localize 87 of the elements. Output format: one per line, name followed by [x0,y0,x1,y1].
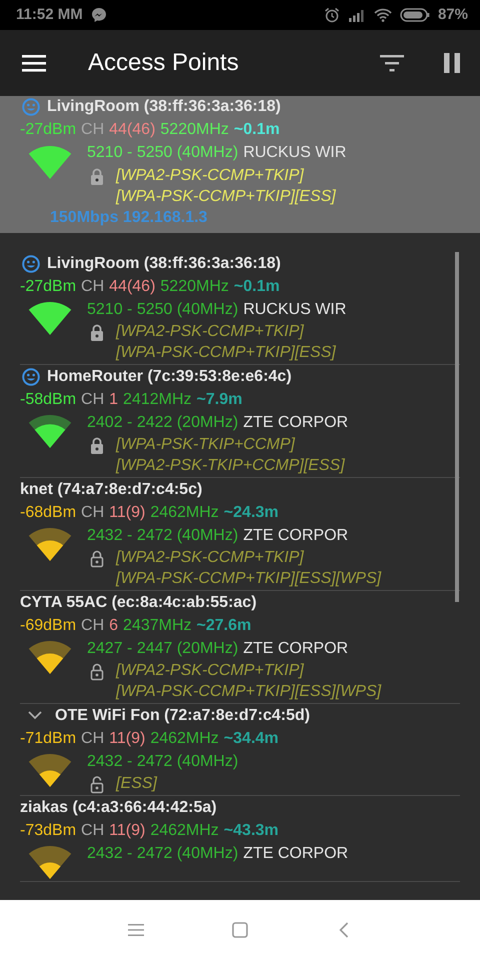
network-name: HomeRouter (7c:39:53:8e:e6:4c) [47,368,292,386]
security-text: [WPA-PSK-CCMP+TKIP][ESS][WPS] [116,569,382,589]
channel-label: CH [81,730,104,748]
signal-dbm: -69dBm [20,616,76,634]
vendor-name: RUCKUS WIR [243,144,346,162]
battery-icon [400,8,430,22]
security-text: [WPA-PSK-TKIP+CCMP] [116,435,296,455]
cell-signal-icon [348,8,366,22]
distance: ~27.6m [196,616,252,634]
frequency-range: 2432 - 2472 (40MHz) [87,526,238,544]
network-name: OTE WiFi Fon (72:a7:8e:d7:c4:5d) [55,706,310,724]
signal-dbm: -58dBm [20,390,76,408]
back-icon [339,922,349,938]
signal-dbm: -27dBm [20,121,76,140]
filter-icon [380,54,404,72]
wifi-signal-icon [374,8,392,22]
vendor-name: ZTE CORPOR [243,414,348,432]
security-text: [WPA2-PSK-CCMP+TKIP] [116,661,305,681]
signal-dbm: -71dBm [20,730,76,748]
network-name: LivingRoom (38:ff:36:3a:36:18) [47,254,281,272]
clock-time: 11:52 MM [16,6,83,24]
menu-icon [128,923,144,937]
channel-number: 44(46) [109,278,156,296]
channel-number: 11(9) [109,822,146,840]
access-point-row[interactable]: OTE WiFi Fon (72:a7:8e:d7:c4:5d) -71dBm CH 11(9) 2462MHz ~34.4m 2432 - 2472 (40MHz) [ESS] [20,704,460,796]
frequency-range: 2432 - 2472 (40MHz) [87,844,238,862]
channel-label: CH [81,121,104,140]
access-point-row[interactable]: CYTA 55AC (ec:8a:4c:ab:55:ac) -69dBm CH 6 2437MHz ~27.6m 2427 - 2447 (20MHz) ZTE CORPOR [WPA2-PSK-CCMP+TKIP] [WPA-PSK-CCMP+TKIP][ESS][WPS] [20,591,460,704]
distance: ~0.1m [234,121,280,140]
frequency-range: 2427 - 2447 (20MHz) [87,640,238,658]
menu-icon [22,54,46,72]
channel-label: CH [81,504,104,522]
vendor-name: ZTE CORPOR [243,640,348,658]
security-text: [WPA2-PSK-CCMP+TKIP] [116,166,305,186]
distance: ~0.1m [234,278,280,296]
link-info: 150Mbps 192.168.1.3 [50,208,208,228]
frequency: 5220MHz [160,278,229,296]
frequency-range: 2432 - 2472 (40MHz) [87,752,238,770]
vendor-name: ZTE CORPOR [243,526,348,544]
filter-button[interactable] [380,54,404,72]
signal-dbm: -68dBm [20,504,76,522]
channel-number: 44(46) [109,121,156,140]
distance: ~34.4m [224,730,279,748]
vendor-name: ZTE CORPOR [243,844,348,862]
app-title: Access Points [88,48,240,77]
security-text: [WPA2-PSK-CCMP+TKIP] [116,322,305,342]
distance: ~24.3m [224,504,279,522]
security-text: [WPA-PSK-CCMP+TKIP][ESS] [116,343,336,363]
network-name: CYTA 55AC (ec:8a:4c:ab:55:ac) [20,594,257,612]
frequency: 2437MHz [123,616,192,634]
frequency: 2462MHz [150,730,219,748]
frequency: 2462MHz [150,504,219,522]
pause-icon [444,52,460,73]
security-text: [WPA-PSK-CCMP+TKIP][ESS][WPS] [116,682,382,702]
channel-number: 1 [109,390,118,408]
signal-dbm: -73dBm [20,822,76,840]
frequency: 2462MHz [150,822,219,840]
network-name: knet (74:a7:8e:d7:c4:5c) [20,480,202,498]
access-point-row[interactable]: ziakas (c4:a3:66:44:42:5a) -73dBm CH 11(9) 2462MHz ~43.3m 2432 - 2472 (40MHz) ZTE CORPOR [20,796,460,882]
menu-button[interactable] [22,54,46,72]
network-name: LivingRoom (38:ff:36:3a:36:18) [47,98,281,116]
security-text: [WPA-PSK-CCMP+TKIP][ESS] [116,186,336,207]
channel-label: CH [81,390,104,408]
channel-number: 11(9) [109,730,146,748]
square-icon [232,922,248,938]
frequency: 2412MHz [123,390,192,408]
distance: ~7.9m [196,390,242,408]
security-text: [WPA2-PSK-CCMP+TKIP] [116,548,305,568]
security-text: [WPA2-PSK-TKIP+CCMP][ESS] [116,456,345,476]
frequency: 5220MHz [160,121,229,140]
alarm-icon [324,6,340,23]
frequency-range: 5210 - 5250 (40MHz) [87,300,238,318]
frequency-range: 5210 - 5250 (40MHz) [87,144,238,162]
channel-label: CH [81,616,104,634]
battery-percent: 87% [438,6,468,24]
chat-bubble-icon [90,6,107,23]
security-text: [ESS] [116,774,157,794]
pause-button[interactable] [444,52,460,73]
channel-number: 6 [109,616,118,634]
vendor-name: RUCKUS WIR [243,300,346,318]
channel-label: CH [81,822,104,840]
channel-number: 11(9) [109,504,146,522]
network-name: ziakas (c4:a3:66:44:42:5a) [20,798,217,816]
distance: ~43.3m [224,822,279,840]
frequency-range: 2402 - 2422 (20MHz) [87,414,238,432]
channel-label: CH [81,278,104,296]
signal-dbm: -27dBm [20,278,76,296]
